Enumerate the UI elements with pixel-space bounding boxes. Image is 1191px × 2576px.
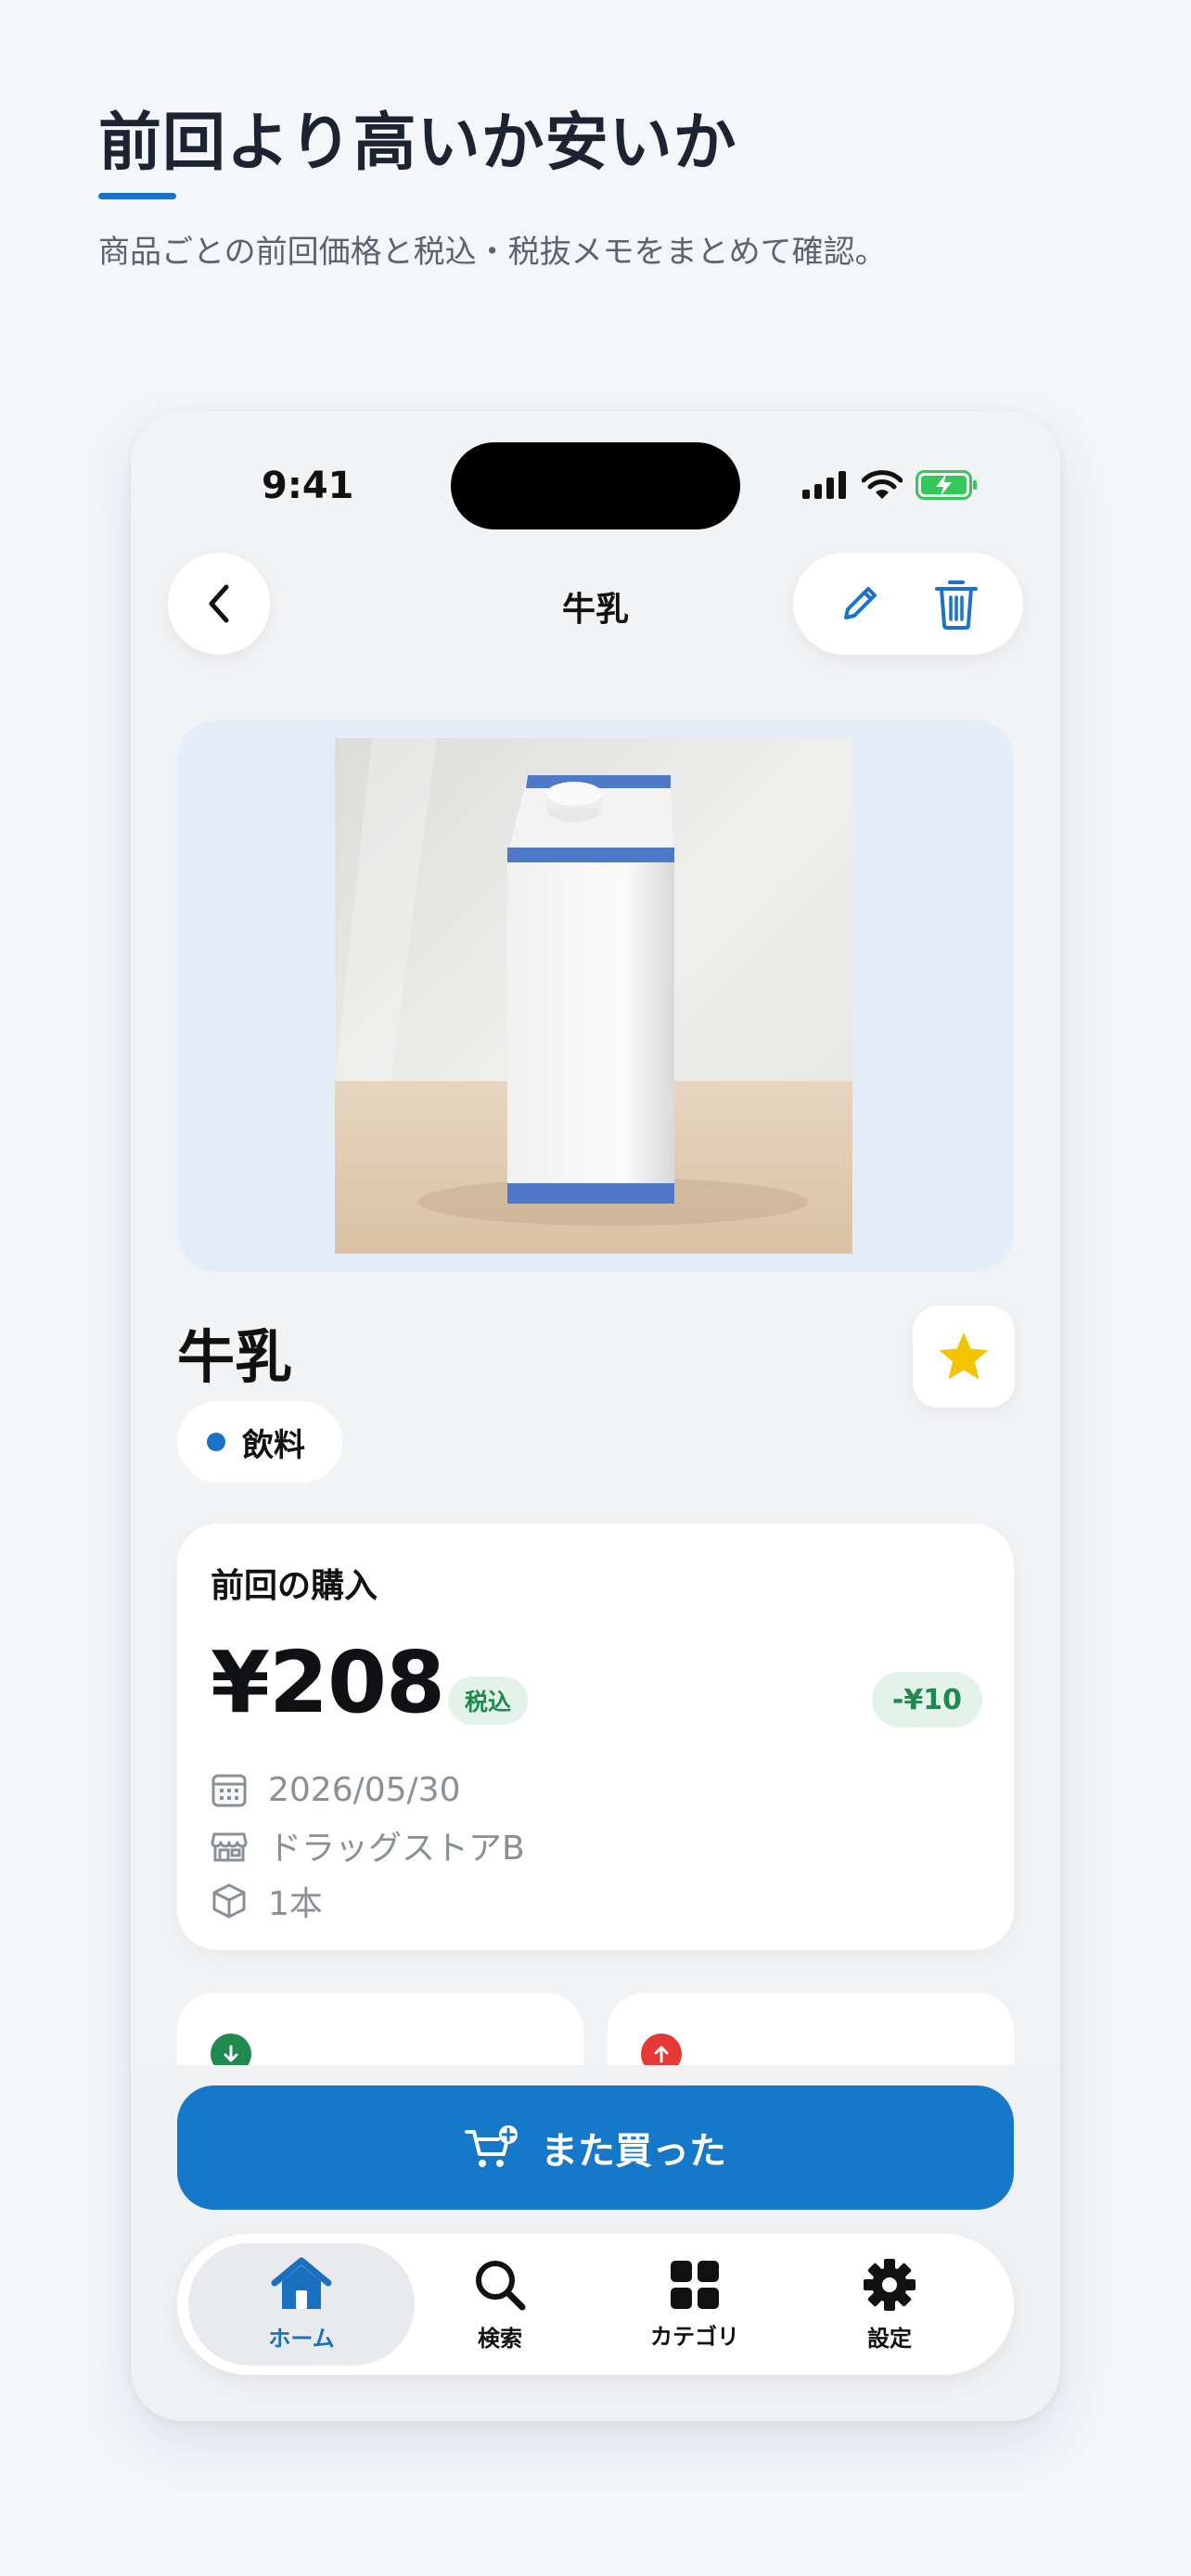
product-photo [335,738,852,1254]
home-icon [271,2257,332,2309]
tab-category[interactable]: カテゴリ [582,2243,808,2366]
bought-again-label: また買った [541,2130,726,2173]
store-row: ドラッグストアB [211,1822,525,1868]
tab-settings[interactable]: 設定 [776,2243,1003,2366]
tab-search[interactable]: 検索 [387,2243,613,2366]
battery-charging-icon [916,470,977,500]
cellular-signal-icon [802,471,846,499]
action-group [793,553,1023,655]
dynamic-island [451,442,740,529]
product-name: 牛乳 [177,1323,293,1391]
search-icon [476,2260,526,2310]
favorite-button[interactable] [913,1306,1015,1408]
quantity: 1本 [268,1885,323,1923]
last-purchase-title: 前回の購入 [211,1567,378,1605]
tab-search-label: 検索 [478,2325,522,2352]
bought-again-button[interactable]: また買った [177,2085,1014,2210]
tab-bar: ホーム 検索 カテゴリ 設定 [177,2234,1014,2375]
price-diff-badge: -¥10 [871,1672,982,1728]
promo-subheadline: 商品ごとの前回価格と税込・税抜メモをまとめて確認。 [98,234,887,271]
box-icon [212,1883,246,1919]
trash-icon [935,580,978,630]
last-purchase-card: 前回の購入 ¥208 税込 -¥10 2026/05/30 ドラッグストアB 1… [177,1524,1014,1950]
wifi-icon [862,470,903,499]
phone-frame: 9:41 牛乳 牛乳 飲料 前回の購入 ¥208 税込 -¥10 2026/05… [131,411,1060,2421]
category-dot [207,1433,225,1451]
delete-button[interactable] [933,577,980,631]
category-chip[interactable]: 飲料 [177,1401,342,1483]
calendar-icon [211,1774,247,1807]
grid-icon [671,2260,719,2309]
purchase-date-row: 2026/05/30 [211,1766,461,1813]
tab-category-label: カテゴリ [650,2323,739,2350]
category-label: 飲料 [242,1426,305,1464]
promo-headline: 前回より高いか安いか [98,107,737,180]
star-icon [939,1333,989,1380]
gear-icon [864,2258,916,2311]
tab-home[interactable]: ホーム [188,2243,415,2366]
tax-badge: 税込 [448,1677,529,1725]
store-name: ドラッグストアB [268,1830,525,1868]
purchase-date: 2026/05/30 [268,1770,461,1809]
status-time: 9:41 [262,465,354,507]
tab-home-label: ホーム [268,2325,335,2352]
cart-add-icon [465,2125,518,2167]
last-price: ¥208 [211,1633,445,1732]
pencil-icon [844,587,877,619]
headline-underline [98,193,176,199]
status-icons [802,466,979,504]
quantity-row: 1本 [211,1878,323,1924]
product-image-panel [177,720,1014,1272]
edit-button[interactable] [837,580,883,627]
store-icon [211,1832,248,1862]
tab-settings-label: 設定 [867,2325,912,2352]
